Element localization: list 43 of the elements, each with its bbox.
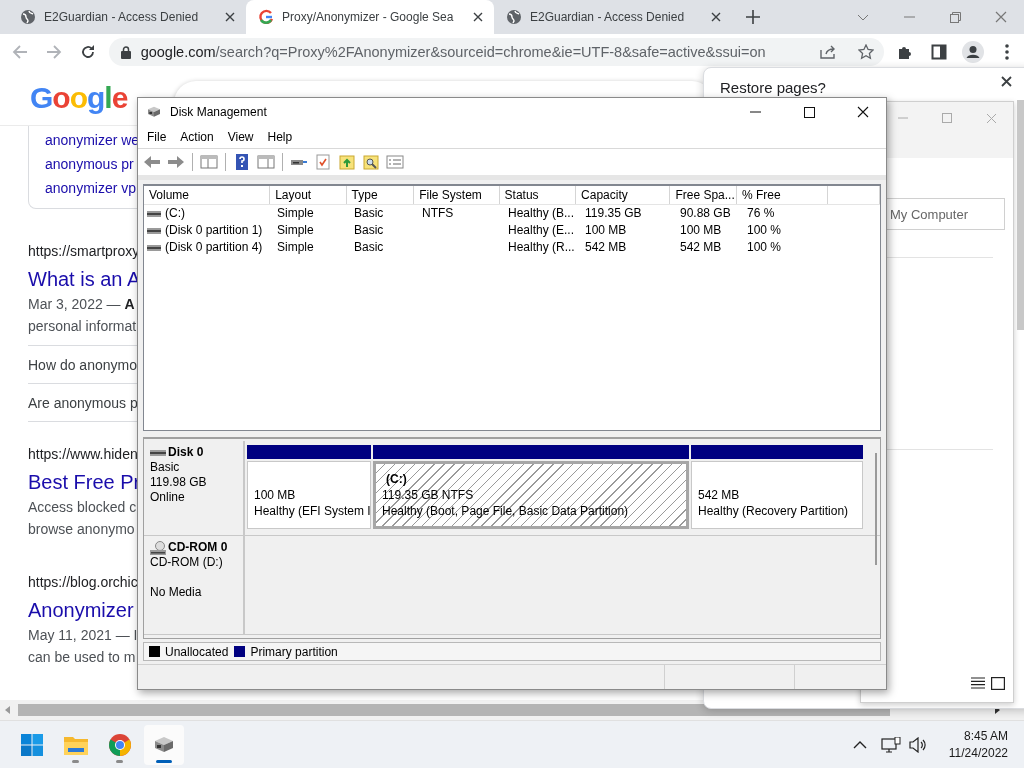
result-snippet: May 11, 2021 — I	[28, 626, 138, 645]
result-snippet: Access blocked c	[28, 498, 137, 517]
disk-type: CD-ROM (D:)	[150, 555, 224, 570]
result-snippet: can be used to m	[28, 648, 136, 667]
table-cell: Healthy (R...	[508, 240, 575, 254]
result-snippet: browse anonymo	[28, 520, 135, 539]
disk-status: No Media	[150, 585, 203, 600]
table-cell: Simple	[277, 240, 314, 254]
table-cell: 100 MB	[585, 223, 627, 237]
result-snippet: personal informat	[28, 317, 137, 336]
table-cell: 100 %	[747, 223, 782, 237]
table-cell: 542 MB	[680, 240, 722, 254]
table-cell: 76 %	[747, 206, 775, 220]
url-text: google.com/search?q=Proxy%2FAnonymizer&sourceid=chrome&ie=UTF-8&safe=active&ssui=on	[140, 44, 767, 60]
table-cell: Simple	[277, 223, 314, 237]
table-cell: Basic	[354, 206, 384, 220]
table-cell: (C:)	[165, 205, 185, 222]
dialog-title: Restore pages?	[720, 79, 826, 96]
table-cell: 100 %	[747, 240, 782, 254]
table-cell: (Disk 0 partition 4)	[165, 239, 263, 256]
table-cell: 542 MB	[585, 240, 627, 254]
table-cell: 90.88 GB	[680, 206, 731, 220]
result-snippet: Mar 3, 2022 — A	[28, 295, 135, 314]
table-cell: Healthy (E...	[508, 223, 575, 237]
table-cell: 119.35 GB	[585, 206, 642, 220]
table-cell: Basic	[354, 223, 384, 237]
table-cell: 100 MB	[680, 223, 722, 237]
legend-label: Unallocated	[165, 644, 229, 659]
table-cell: (Disk 0 partition 1)	[165, 222, 263, 239]
table-cell: NTFS	[422, 206, 454, 220]
table-cell: Healthy (B...	[508, 206, 575, 220]
disk-status: Online	[150, 490, 186, 505]
disk-type: Basic	[150, 460, 181, 475]
disk-name: CD-ROM 0	[168, 540, 228, 555]
legend-label: Primary partition	[250, 644, 338, 659]
result-url: https://www.hiden	[28, 445, 138, 464]
table-cell: Basic	[354, 240, 384, 254]
disk-size: 119.98 GB	[150, 475, 207, 489]
table-cell: Simple	[277, 206, 314, 220]
result-url: https://smartproxy	[28, 242, 140, 261]
disk-name: Disk 0	[168, 445, 204, 460]
window-title: Disk Management	[170, 105, 268, 119]
result-url: https://blog.orchic	[28, 573, 138, 592]
